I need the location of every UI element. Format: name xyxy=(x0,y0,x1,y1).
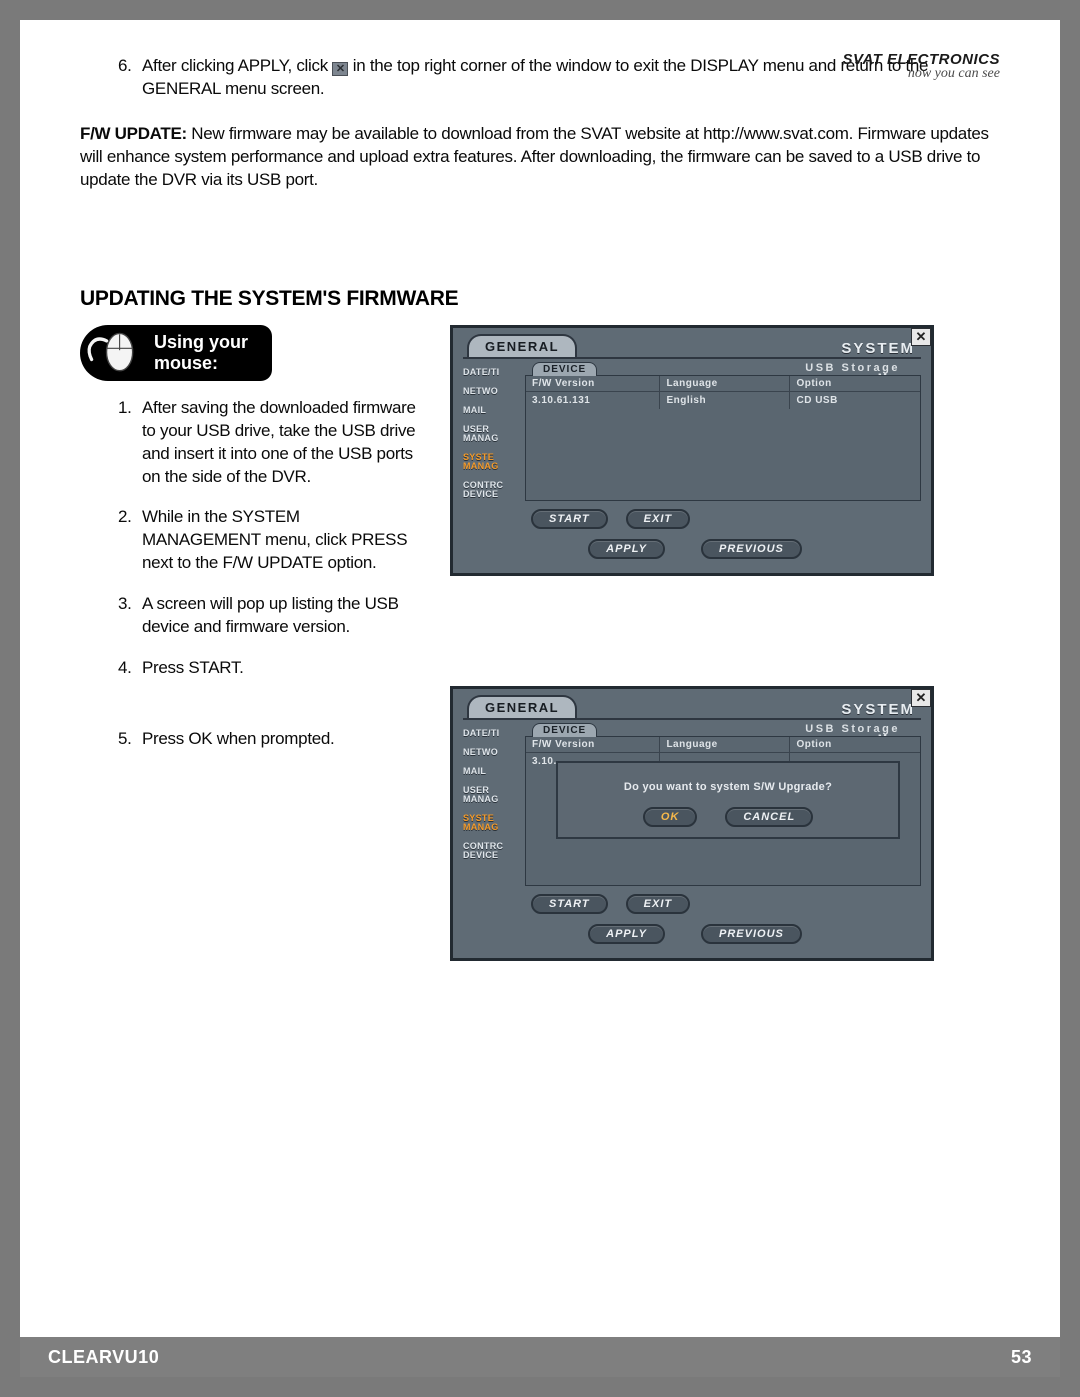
close-icon[interactable]: ✕ xyxy=(911,689,931,707)
upgrade-dialog: Do you want to system S/W Upgrade? OK CA… xyxy=(556,761,900,839)
dvr-tabrow: GENERAL SYSTEM xyxy=(453,689,931,718)
fw-step-1: After saving the downloaded firmware to … xyxy=(136,397,420,489)
close-icon[interactable]: ✕ xyxy=(911,328,931,346)
fw-step-3: A screen will pop up listing the USB dev… xyxy=(136,593,420,639)
dvr-sidebar: DATE/TI NETWO MAIL USER MANAG SYSTE MANA… xyxy=(463,363,521,529)
section-heading: UPDATING THE SYSTEM'S FIRMWARE xyxy=(80,287,1000,311)
device-panel: DEVICE USB Storage F/W Version Language … xyxy=(525,736,921,886)
dialog-message: Do you want to system S/W Upgrade? xyxy=(568,781,888,793)
dvr-screenshot-1: ✕ GENERAL SYSTEM M DATE/TI NETWO MAIL US… xyxy=(450,325,934,576)
sidebar-network[interactable]: NETWO xyxy=(463,382,521,401)
col-language: Language xyxy=(660,737,790,753)
col-fw-version: F/W Version xyxy=(526,737,660,753)
dvr-inner: DATE/TI NETWO MAIL USER MANAG SYSTE MANA… xyxy=(463,718,921,914)
start-exit-row: START EXIT xyxy=(525,886,921,914)
usb-storage-label: USB Storage xyxy=(805,723,900,735)
cell-language: English xyxy=(660,391,790,409)
sidebar-system-manage[interactable]: SYSTE MANAG xyxy=(463,809,521,837)
dvr-inner: DATE/TI NETWO MAIL USER MANAG SYSTE MANA… xyxy=(463,357,921,529)
apply-previous-row: APPLY PREVIOUS xyxy=(453,529,931,559)
sidebar-date[interactable]: DATE/TI xyxy=(463,724,521,743)
general-tab[interactable]: GENERAL xyxy=(467,334,577,357)
table-row[interactable]: 3.10.61.131 English CD USB xyxy=(526,391,920,409)
cancel-button[interactable]: CANCEL xyxy=(725,807,813,827)
cell-fw-version: 3.10.61.131 xyxy=(526,391,660,409)
right-column: ✕ GENERAL SYSTEM M DATE/TI NETWO MAIL US… xyxy=(450,325,1000,961)
mouse-icon xyxy=(86,331,142,375)
fw-update-text: New firmware may be available to downloa… xyxy=(80,124,989,189)
sidebar-system-manage[interactable]: SYSTE MANAG xyxy=(463,448,521,476)
firmware-table: F/W Version Language Option 3.10.61.131 … xyxy=(526,376,920,409)
fw-step-2: While in the SYSTEM MANAGEMENT menu, cli… xyxy=(136,506,420,575)
dvr-main-2: DEVICE USB Storage F/W Version Language … xyxy=(525,724,921,914)
mouse-badge-text: Using your mouse: xyxy=(154,332,248,373)
dvr-screenshot-2: ✕ GENERAL SYSTEM M DATE/TI NETWO MAIL US… xyxy=(450,686,934,961)
sidebar-user-manage[interactable]: USER MANAG xyxy=(463,781,521,809)
footer-page-number: 53 xyxy=(1011,1347,1032,1368)
start-button[interactable]: START xyxy=(531,894,608,914)
close-icon: ✕ xyxy=(332,62,348,76)
brand-block: SVAT ELECTRONICS now you can see xyxy=(843,52,1000,81)
sidebar-control-device[interactable]: CONTRC DEVICE xyxy=(463,476,521,504)
device-tab[interactable]: DEVICE xyxy=(532,362,597,376)
manual-page: SVAT ELECTRONICS now you can see After c… xyxy=(20,20,1060,1377)
apply-button[interactable]: APPLY xyxy=(588,539,665,559)
exit-button[interactable]: EXIT xyxy=(626,509,690,529)
sidebar-control-device[interactable]: CONTRC DEVICE xyxy=(463,837,521,865)
dvr-main-1: DEVICE USB Storage F/W Version Language … xyxy=(525,363,921,529)
exit-button[interactable]: EXIT xyxy=(626,894,690,914)
previous-button[interactable]: PREVIOUS xyxy=(701,924,802,944)
previous-button[interactable]: PREVIOUS xyxy=(701,539,802,559)
system-label: SYSTEM xyxy=(841,340,917,357)
firmware-steps-list: After saving the downloaded firmware to … xyxy=(80,397,420,751)
sidebar-mail[interactable]: MAIL xyxy=(463,762,521,781)
brand-slogan: now you can see xyxy=(843,67,1000,81)
start-button[interactable]: START xyxy=(531,509,608,529)
apply-previous-row: APPLY PREVIOUS xyxy=(453,914,931,944)
two-column-layout: Using your mouse: After saving the downl… xyxy=(80,325,1000,961)
fw-update-paragraph: F/W UPDATE: New firmware may be availabl… xyxy=(80,123,1000,192)
col-fw-version: F/W Version xyxy=(526,376,660,392)
col-option: Option xyxy=(790,737,920,753)
brand-name: SVAT ELECTRONICS xyxy=(843,52,1000,67)
fw-step-4: Press START. xyxy=(136,657,420,680)
left-column: Using your mouse: After saving the downl… xyxy=(80,325,420,757)
dvr-sidebar: DATE/TI NETWO MAIL USER MANAG SYSTE MANA… xyxy=(463,724,521,914)
fw-step-5: Press OK when prompted. xyxy=(136,728,420,751)
general-tab[interactable]: GENERAL xyxy=(467,695,577,718)
col-language: Language xyxy=(660,376,790,392)
sidebar-user-manage[interactable]: USER MANAG xyxy=(463,420,521,448)
ok-button[interactable]: OK xyxy=(643,807,698,827)
sidebar-mail[interactable]: MAIL xyxy=(463,401,521,420)
footer-product: CLEARVU10 xyxy=(48,1347,159,1368)
dialog-button-row: OK CANCEL xyxy=(568,807,888,827)
dvr-tabrow: GENERAL SYSTEM xyxy=(453,328,931,357)
fw-update-label: F/W UPDATE: xyxy=(80,124,187,143)
cell-option: CD USB xyxy=(790,391,920,409)
start-exit-row: START EXIT xyxy=(525,501,921,529)
apply-button[interactable]: APPLY xyxy=(588,924,665,944)
using-mouse-badge: Using your mouse: xyxy=(80,325,272,381)
system-label: SYSTEM xyxy=(841,701,917,718)
usb-storage-label: USB Storage xyxy=(805,362,900,374)
page-footer: CLEARVU10 53 xyxy=(20,1337,1060,1377)
device-tab[interactable]: DEVICE xyxy=(532,723,597,737)
device-panel: DEVICE USB Storage F/W Version Language … xyxy=(525,375,921,501)
step-6-pre: After clicking APPLY, click xyxy=(142,56,332,75)
sidebar-date[interactable]: DATE/TI xyxy=(463,363,521,382)
sidebar-network[interactable]: NETWO xyxy=(463,743,521,762)
col-option: Option xyxy=(790,376,920,392)
